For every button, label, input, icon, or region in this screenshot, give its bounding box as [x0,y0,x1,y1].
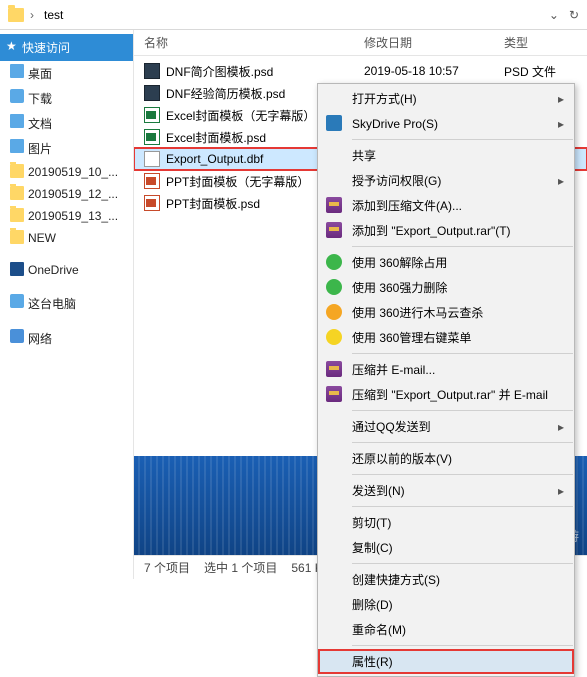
menu-separator [352,563,573,564]
picture-icon [10,139,24,153]
menu-create-shortcut[interactable]: 创建快捷方式(S) [318,567,574,592]
chevron-right-icon: ▸ [558,484,564,498]
menu-separator [352,474,573,475]
rar-icon [326,222,342,238]
column-headers[interactable]: 名称 修改日期 类型 [134,30,587,56]
col-name[interactable]: 名称 [134,34,354,51]
quick-access-label: 快速访问 [22,41,70,55]
sidebar-item-desktop[interactable]: 桌面 [0,61,133,86]
menu-360-scan[interactable]: 使用 360进行木马云查杀 [318,300,574,325]
chevron-right-icon: ▸ [558,92,564,106]
menu-add-rar[interactable]: 添加到 "Export_Output.rar"(T) [318,218,574,243]
desktop-icon [10,64,24,78]
360-icon [326,279,342,295]
rar-icon [326,386,342,402]
col-date[interactable]: 修改日期 [354,34,494,51]
sidebar-item-documents[interactable]: 文档 [0,111,133,136]
menu-send-qq[interactable]: 通过QQ发送到▸ [318,414,574,439]
sidebar-item-this-pc[interactable]: 这台电脑 [0,291,133,316]
context-menu: 打开方式(H)▸ SkyDrive Pro(S)▸ 共享 授予访问权限(G)▸ … [317,83,575,677]
menu-add-archive[interactable]: 添加到压缩文件(A)... [318,193,574,218]
ppt-icon [144,195,160,211]
pc-icon [10,294,24,308]
rar-icon [326,197,342,213]
refresh-icon[interactable]: ↻ [569,8,579,22]
dbf-icon [144,151,160,167]
chevron-right-icon: ▸ [558,420,564,434]
ppt-icon [144,173,160,189]
chevron-right-icon: ▸ [558,174,564,188]
sidebar-item-folder[interactable]: 20190519_12_... [0,183,133,205]
status-count: 7 个项目 [144,559,190,576]
excel-icon [144,107,160,123]
folder-icon [8,8,24,22]
address-bar[interactable]: › ⌄ ↻ [0,0,587,30]
file-date: 2019-05-18 10:57 [364,64,459,78]
excel-icon [144,129,160,145]
menu-share[interactable]: 共享 [318,143,574,168]
menu-cut[interactable]: 剪切(T) [318,510,574,535]
sidebar-item-onedrive[interactable]: OneDrive [0,259,133,281]
menu-separator [352,442,573,443]
onedrive-icon [10,262,24,276]
menu-separator [352,139,573,140]
menu-copy[interactable]: 复制(C) [318,535,574,560]
sidebar: ★ 快速访问 桌面 下载 文档 图片 20190519_10_... 20190… [0,30,134,579]
menu-open-with[interactable]: 打开方式(H)▸ [318,86,574,111]
menu-delete[interactable]: 删除(D) [318,592,574,617]
menu-separator [352,410,573,411]
col-type[interactable]: 类型 [494,34,587,51]
dropdown-icon[interactable]: ⌄ [549,8,559,22]
menu-360-menu[interactable]: 使用 360管理右键菜单 [318,325,574,350]
file-row[interactable]: DNF简介图模板.psd 2019-05-18 10:57 PSD 文件 [134,60,587,82]
menu-separator [352,246,573,247]
menu-zip-to-email[interactable]: 压缩到 "Export_Output.rar" 并 E-mail [318,382,574,407]
folder-icon [10,164,24,178]
quick-access-header[interactable]: ★ 快速访问 [0,34,133,61]
sidebar-item-folder[interactable]: 20190519_10_... [0,161,133,183]
sidebar-item-pictures[interactable]: 图片 [0,136,133,161]
file-type: PSD 文件 [504,63,556,80]
menu-rename[interactable]: 重命名(M) [318,617,574,642]
star-icon: ★ [6,39,17,53]
sidebar-item-folder[interactable]: 20190519_13_... [0,205,133,227]
menu-grant-access[interactable]: 授予访问权限(G)▸ [318,168,574,193]
menu-separator [352,353,573,354]
360-icon [326,304,342,320]
360-icon [326,254,342,270]
sidebar-item-folder[interactable]: NEW [0,227,133,249]
psd-icon [144,85,160,101]
menu-separator [352,645,573,646]
network-icon [10,329,24,343]
menu-properties[interactable]: 属性(R) [318,649,574,674]
skydrive-icon [326,115,342,131]
rar-icon [326,361,342,377]
menu-prev-versions[interactable]: 还原以前的版本(V) [318,446,574,471]
folder-icon [10,186,24,200]
status-selected: 选中 1 个项目 [204,559,277,576]
menu-skydrive[interactable]: SkyDrive Pro(S)▸ [318,111,574,136]
folder-icon [10,208,24,222]
sidebar-item-downloads[interactable]: 下载 [0,86,133,111]
chevron-right-icon: › [30,8,34,22]
psd-icon [144,63,160,79]
menu-zip-email[interactable]: 压缩并 E-mail... [318,357,574,382]
chevron-right-icon: ▸ [558,117,564,131]
menu-send-to[interactable]: 发送到(N)▸ [318,478,574,503]
download-icon [10,89,24,103]
menu-360-release[interactable]: 使用 360解除占用 [318,250,574,275]
menu-360-delete[interactable]: 使用 360强力删除 [318,275,574,300]
folder-icon [10,230,24,244]
address-input[interactable] [40,6,543,24]
menu-separator [352,506,573,507]
sidebar-item-network[interactable]: 网络 [0,326,133,351]
360-icon [326,329,342,345]
document-icon [10,114,24,128]
